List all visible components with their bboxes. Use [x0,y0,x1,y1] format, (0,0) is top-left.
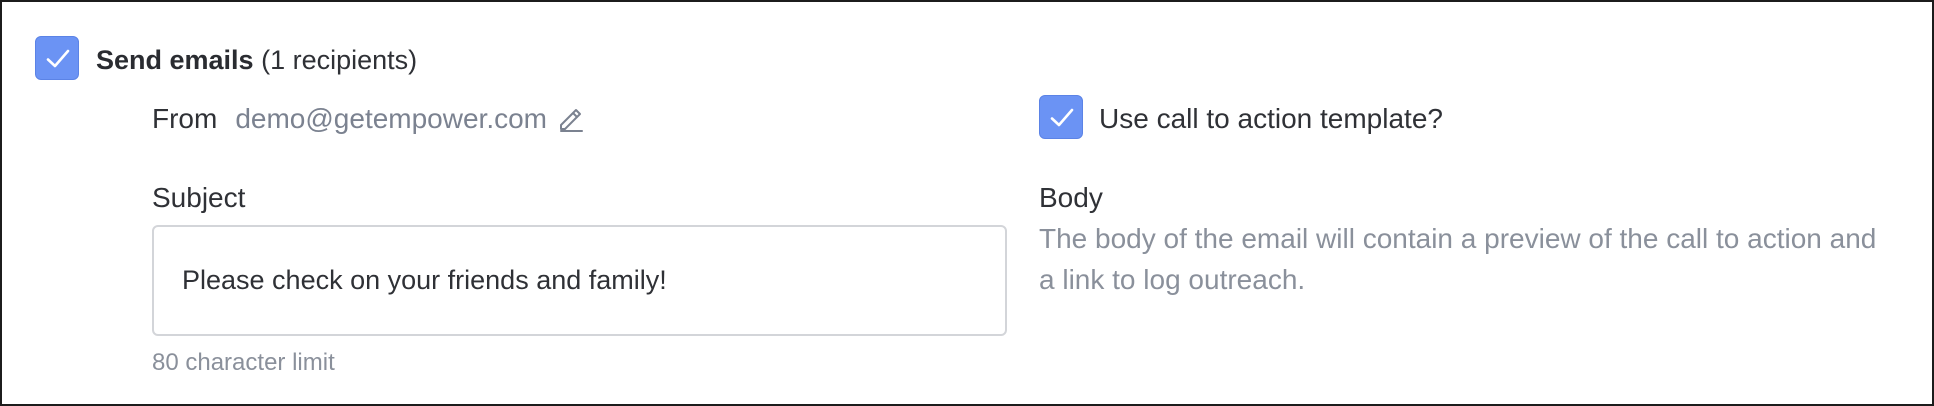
from-email: demo@getempower.com [235,103,548,134]
from-row: From demo@getempower.com [152,99,585,139]
recipients-count: (1 recipients) [261,45,418,75]
send-emails-checkbox[interactable] [35,36,79,80]
body-label: Body [1039,182,1103,213]
send-emails-label: Send emails [96,45,254,75]
pencil-icon[interactable] [555,104,585,134]
body-description: The body of the email will contain a pre… [1039,223,1877,295]
subject-label: Subject [152,182,246,213]
checkmark-icon [46,49,70,68]
call-to-action-label: Use call to action template? [1099,103,1443,134]
from-label: From [152,103,218,134]
send-emails-panel: Send emails (1 recipients) From demo@get… [0,0,1934,406]
character-limit-hint: 80 character limit [152,349,335,376]
checkmark-icon [1050,108,1074,127]
call-to-action-checkbox[interactable] [1039,95,1083,139]
send-emails-heading: Send emails (1 recipients) [96,40,417,80]
subject-input[interactable] [152,225,1007,336]
